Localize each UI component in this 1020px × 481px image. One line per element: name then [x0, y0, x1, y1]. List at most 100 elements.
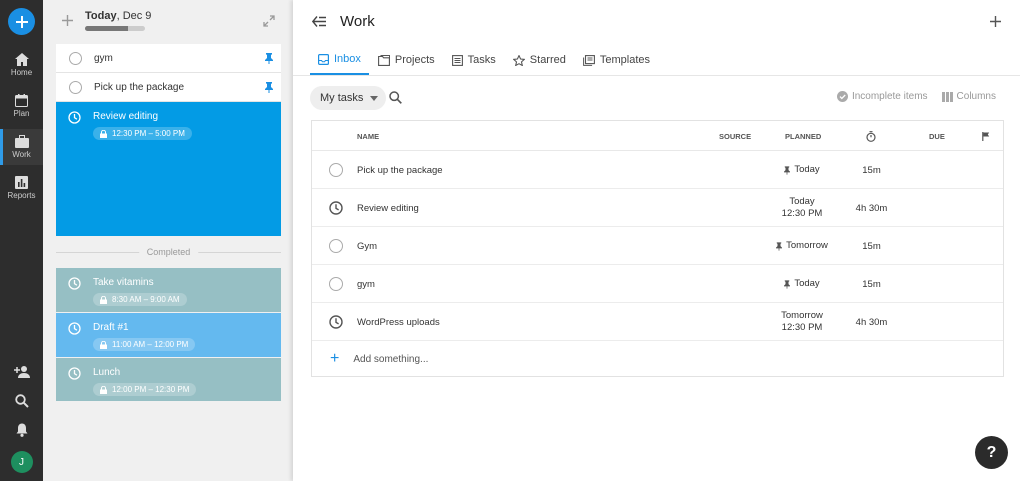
pin-icon[interactable] — [265, 52, 273, 64]
task-duration[interactable]: 15m — [849, 227, 894, 265]
table-row[interactable]: Review editing Today 12:30 PM 4h 30m — [312, 189, 1003, 227]
clock-icon — [68, 322, 81, 335]
task-duration[interactable]: 15m — [849, 265, 894, 303]
task-name[interactable]: Review editing — [357, 189, 419, 227]
event-time: 8:30 AM – 9:00 AM — [93, 293, 187, 306]
rail-item-home[interactable]: Home — [0, 47, 43, 83]
rail-item-label: Home — [10, 68, 33, 77]
task-planned[interactable]: Today — [752, 151, 852, 189]
help-button[interactable]: ? — [975, 436, 1008, 469]
lock-icon — [100, 385, 107, 394]
clock-icon[interactable] — [329, 201, 343, 215]
add-task-icon[interactable] — [62, 15, 73, 26]
tab-starred[interactable]: Starred — [505, 45, 574, 75]
chevron-down-icon — [370, 95, 379, 101]
day-header: Today, Dec 9 — [43, 0, 293, 42]
flag-icon[interactable] — [982, 132, 990, 141]
task-duration[interactable]: 4h 30m — [849, 303, 894, 341]
clock-icon[interactable] — [329, 315, 343, 329]
pin-icon — [776, 241, 783, 251]
star-icon — [512, 54, 525, 66]
list-tools: Incomplete items Columns — [823, 91, 996, 102]
add-task-input[interactable]: Add something... — [353, 354, 428, 365]
table-row[interactable]: Pick up the package Today 15m — [312, 151, 1003, 189]
clock-icon — [68, 277, 81, 290]
pin-icon — [784, 279, 791, 289]
calendar-event[interactable]: Review editing 12:30 PM – 5:00 PM — [56, 102, 281, 236]
collapse-panel-icon[interactable] — [312, 16, 326, 27]
task-name[interactable]: Pick up the package — [357, 151, 443, 189]
main-panel: Work Inbox Projects Tasks Starred Templa… — [293, 0, 1020, 481]
avatar: J — [10, 451, 33, 473]
column-header-name[interactable]: NAME — [357, 132, 379, 141]
rail-item-label: Plan — [13, 109, 30, 118]
task-planned[interactable]: Today — [752, 265, 852, 303]
day-panel: Today, Dec 9 gym Pick up the package Rev… — [43, 0, 293, 481]
invite-user-button[interactable] — [0, 365, 43, 378]
pin-icon — [784, 165, 791, 175]
task-planned[interactable]: Today 12:30 PM — [752, 189, 852, 227]
search-button[interactable] — [0, 394, 43, 408]
tab-inbox[interactable]: Inbox — [310, 45, 369, 75]
complete-checkbox[interactable] — [69, 51, 82, 65]
task-name[interactable]: Gym — [357, 227, 377, 265]
pin-icon[interactable] — [265, 81, 273, 93]
task-status[interactable] — [329, 227, 343, 265]
event-time: 12:30 PM – 5:00 PM — [93, 127, 192, 140]
complete-checkbox[interactable] — [69, 80, 82, 94]
task-status[interactable] — [329, 265, 343, 303]
task-status[interactable] — [329, 303, 343, 341]
day-title: Today, Dec 9 — [85, 10, 152, 22]
calendar-event[interactable]: Take vitamins 8:30 AM – 9:00 AM — [56, 268, 281, 312]
task-name[interactable]: gym — [357, 265, 375, 303]
tab-tasks[interactable]: Tasks — [444, 45, 504, 75]
tab-bar: Inbox Projects Tasks Starred Templates — [310, 45, 659, 75]
calendar-event[interactable]: Lunch 12:00 PM – 12:30 PM — [56, 358, 281, 401]
task-status[interactable] — [329, 151, 343, 189]
column-header-source[interactable]: SOURCE — [719, 132, 751, 141]
expand-icon[interactable] — [263, 15, 275, 27]
add-task-row[interactable]: + Add something... — [312, 341, 1003, 377]
task-duration[interactable]: 15m — [849, 151, 894, 189]
folder-icon — [377, 54, 390, 66]
clock-icon — [68, 111, 81, 124]
complete-checkbox[interactable] — [329, 277, 343, 291]
calendar-icon — [15, 94, 28, 107]
clock-icon — [68, 367, 81, 380]
task-name[interactable]: WordPress uploads — [357, 303, 440, 341]
complete-checkbox[interactable] — [329, 239, 343, 253]
rail-item-plan[interactable]: Plan — [0, 88, 43, 124]
user-menu-button[interactable]: J — [0, 451, 43, 473]
table-row[interactable]: gym Today 15m — [312, 265, 1003, 303]
rail-item-reports[interactable]: Reports — [0, 170, 43, 206]
add-icon[interactable] — [990, 16, 1001, 27]
bar-chart-icon — [15, 176, 28, 189]
event-title: Review editing — [93, 111, 159, 122]
event-time: 11:00 AM – 12:00 PM — [93, 338, 196, 351]
tab-projects[interactable]: Projects — [370, 45, 443, 75]
complete-checkbox[interactable] — [329, 163, 343, 177]
my-tasks-dropdown[interactable]: My tasks — [310, 86, 387, 110]
table-row[interactable]: WordPress uploads Tomorrow 12:30 PM 4h 30m — [312, 303, 1003, 341]
table-row[interactable]: Gym Tomorrow 15m — [312, 227, 1003, 265]
task-planned[interactable]: Tomorrow — [752, 227, 852, 265]
tasks-table: NAME SOURCE PLANNED DUE Pick up the pack… — [311, 120, 1004, 377]
incomplete-items-toggle[interactable]: Incomplete items — [836, 91, 928, 102]
briefcase-icon — [14, 135, 29, 148]
task-planned[interactable]: Tomorrow 12:30 PM — [752, 303, 852, 341]
search-icon[interactable] — [389, 91, 402, 104]
list-item[interactable]: Pick up the package — [56, 73, 281, 102]
global-add-button[interactable] — [8, 8, 35, 35]
column-header-planned[interactable]: PLANNED — [785, 132, 821, 141]
rail-item-work[interactable]: Work — [0, 129, 43, 165]
task-status[interactable] — [329, 189, 343, 227]
search-icon — [14, 394, 29, 408]
list-item[interactable]: gym — [56, 44, 281, 73]
column-header-due[interactable]: DUE — [929, 132, 945, 141]
calendar-event[interactable]: Draft #1 11:00 AM – 12:00 PM — [56, 313, 281, 357]
notifications-button[interactable] — [0, 423, 43, 437]
columns-button[interactable]: Columns — [941, 91, 996, 102]
stopwatch-icon[interactable] — [866, 131, 876, 142]
tab-templates[interactable]: Templates — [575, 45, 658, 75]
task-duration[interactable]: 4h 30m — [849, 189, 894, 227]
